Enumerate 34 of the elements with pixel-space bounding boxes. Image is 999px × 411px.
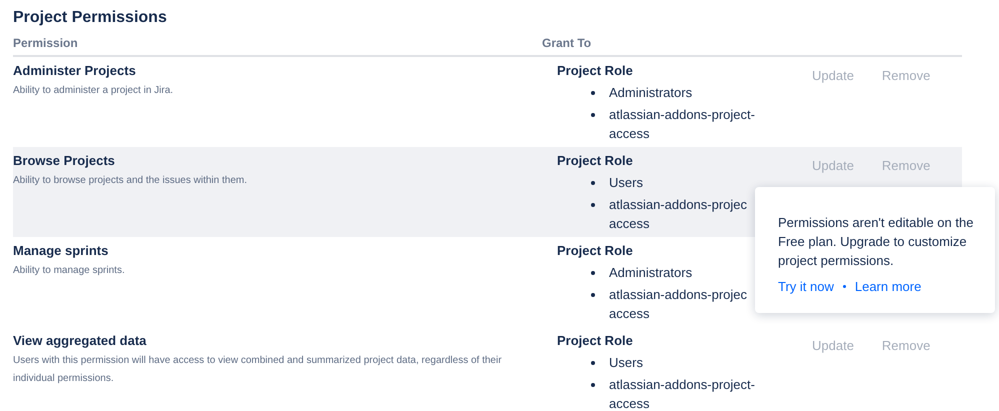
grantee-name: atlassian-addons-project-access: [609, 376, 756, 411]
bullet-icon: [591, 271, 595, 275]
bullet-icon: [591, 113, 595, 117]
permission-name: Administer Projects: [13, 62, 136, 80]
permission-description: Users with this permission will have access to view combined and summarized project data, regardless of their individual permissions.: [13, 354, 503, 386]
grantee-name: Administrators: [609, 264, 694, 282]
page-title: Project Permissions: [13, 8, 168, 28]
grantee-name: atlassian-addons-projec access: [609, 196, 748, 233]
bullet-icon: [591, 91, 595, 95]
permission-name: View aggregated data: [13, 332, 146, 350]
bullet-icon: [591, 203, 595, 207]
grantee-name: atlassian-addons-project-access: [609, 106, 756, 143]
popover-message: Permissions aren't editable on the Free plan. Upgrade to customize project permissions.: [778, 214, 974, 270]
permission-description: Ability to administer a project in Jira.: [13, 84, 174, 98]
bullet-icon: [591, 361, 595, 365]
permission-name: Manage sprints: [13, 242, 108, 260]
permission-name: Browse Projects: [13, 152, 115, 170]
bullet-icon: [591, 181, 595, 185]
grantee-name: Administrators: [609, 84, 694, 102]
permission-description: Ability to browse projects and the issues within them.: [13, 174, 248, 188]
try-it-link[interactable]: Try it now: [778, 277, 834, 296]
grantee-name: atlassian-addons-projec access: [609, 286, 748, 323]
permission-description: Ability to manage sprints.: [13, 264, 126, 278]
grant-heading: Project Role: [557, 242, 633, 260]
grant-heading: Project Role: [557, 152, 633, 170]
column-header: Permission: [13, 35, 79, 52]
bullet-icon: [591, 383, 595, 387]
grantee-name: Users: [609, 354, 644, 372]
bullet-icon: [591, 293, 595, 297]
learn-more-link[interactable]: Learn more: [854, 277, 922, 296]
column-header: Grant To: [542, 35, 592, 52]
grant-heading: Project Role: [557, 332, 633, 350]
grantee-name: Users: [609, 174, 644, 192]
grant-heading: Project Role: [557, 62, 633, 80]
